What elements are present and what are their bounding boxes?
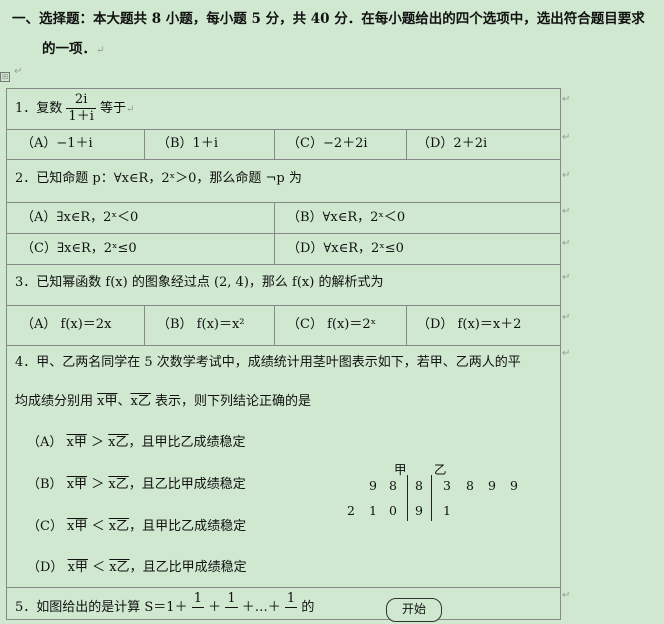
heading-line-2: 的一项． <box>42 41 96 57</box>
q4-option-a[interactable]: （A） x甲 ＞ x乙，且甲比乙成绩稳定 <box>27 433 246 453</box>
stem-value: 8 <box>415 478 423 493</box>
q1-option-a[interactable]: （A）−1＋i <box>21 134 93 154</box>
question-3-stem: 3．已知幂函数 f(x) 的图象经过点 (2, 4)，那么 f(x) 的解析式为 <box>15 275 384 290</box>
paragraph-mark-icon: ↵ <box>562 94 571 105</box>
section-heading: 一、选择题：本大题共 8 小题，每小题 5 分，共 40 分．在每小题给出的四个… <box>12 4 662 66</box>
heading-line-1: 一、选择题：本大题共 8 小题，每小题 5 分，共 40 分．在每小题给出的四个… <box>12 11 645 27</box>
q4-option-c[interactable]: （C） x甲 ＜ x乙，且甲比乙成绩稳定 <box>27 517 246 537</box>
q4-option-b[interactable]: （B） x甲 ＞ x乙，且乙比甲成绩稳定 <box>27 475 246 495</box>
flowchart-start-box: 开始 <box>386 598 442 622</box>
leaf-yi: 9 <box>510 478 518 493</box>
leaf-yi: 8 <box>466 478 474 493</box>
stem-leaf-header-jia: 甲 <box>394 462 407 477</box>
leaf-yi: 3 <box>443 478 451 493</box>
q2-option-a[interactable]: （A）∃x∈R，2ˣ＜0 <box>21 208 138 228</box>
paragraph-mark-icon: ↵ <box>562 312 571 323</box>
fraction: 1 <box>225 591 238 608</box>
mean-jia-symbol: x甲 <box>97 394 118 409</box>
question-1-stem: 1．复数 2i 1＋i 等于↵ <box>15 92 135 124</box>
leaf-jia: 1 <box>369 503 377 518</box>
q1-option-d[interactable]: （D）2＋2i <box>417 134 487 154</box>
question-table: 1．复数 2i 1＋i 等于↵ （A）−1＋i （B）1＋i （C）−2＋2i （… <box>6 88 561 620</box>
mean-yi-symbol: x乙 <box>130 394 151 409</box>
question-4-stem-line-1: 4．甲、乙两名同学在 5 次数学考试中，成绩统计用茎叶图表示如下，若甲、乙两人的… <box>15 355 521 370</box>
q3-option-a[interactable]: （A） f(x)＝2x <box>21 315 111 335</box>
paragraph-mark-icon: ↵ <box>14 66 23 77</box>
q3-option-b[interactable]: （B） f(x)＝x² <box>157 315 245 335</box>
q3-option-c[interactable]: （C） f(x)＝2ˣ <box>287 315 376 335</box>
stem-value: 9 <box>415 503 423 518</box>
q3-option-d[interactable]: （D） f(x)＝x＋2 <box>417 315 521 335</box>
leaf-jia: 0 <box>389 503 397 518</box>
leaf-jia: 9 <box>369 478 377 493</box>
q2-option-d[interactable]: （D）∀x∈R，2ˣ≤0 <box>287 239 404 259</box>
paragraph-mark-icon: ↵ <box>562 206 571 217</box>
leaf-yi: 9 <box>488 478 496 493</box>
leaf-jia: 2 <box>347 503 355 518</box>
paragraph-mark-icon: ↵ <box>96 45 105 56</box>
fraction: 1 <box>191 591 205 608</box>
paragraph-mark-icon: ↵ <box>562 272 571 283</box>
fraction: 2i 1＋i <box>66 92 96 124</box>
leaf-yi: 1 <box>443 503 451 518</box>
question-2-stem: 2．已知命题 p：∀x∈R，2ˣ＞0，那么命题 ¬p 为 <box>15 171 302 186</box>
q2-option-c[interactable]: （C）∃x∈R，2ˣ≤0 <box>21 239 137 259</box>
question-5-stem: 5．如图给出的是计算 S＝1＋ 1 ＋ 1 ＋…＋ 1 的 <box>15 591 314 624</box>
q4-option-d[interactable]: （D） x甲 ＜ x乙，且乙比甲成绩稳定 <box>27 558 247 578</box>
leaf-jia: 8 <box>389 478 397 493</box>
paragraph-mark-icon: ↵ <box>562 132 571 143</box>
q1-option-b[interactable]: （B）1＋i <box>157 134 218 154</box>
paragraph-mark-icon: ↵ <box>562 170 571 181</box>
q2-option-b[interactable]: （B）∀x∈R，2ˣ＜0 <box>287 208 405 228</box>
fraction: 1 <box>284 591 298 608</box>
paragraph-mark-icon: ↵ <box>126 104 135 115</box>
question-4-stem-line-2: 均成绩分别用 x甲、x乙 表示，则下列结论正确的是 <box>15 394 312 409</box>
table-anchor-icon[interactable]: ⊞ <box>0 72 10 82</box>
q1-option-c[interactable]: （C）−2＋2i <box>287 134 368 154</box>
paragraph-mark-icon: ↵ <box>562 348 571 359</box>
paragraph-mark-icon: ↵ <box>562 238 571 249</box>
stem-leaf-header-yi: 乙 <box>434 462 447 477</box>
paragraph-mark-icon: ↵ <box>562 590 571 601</box>
